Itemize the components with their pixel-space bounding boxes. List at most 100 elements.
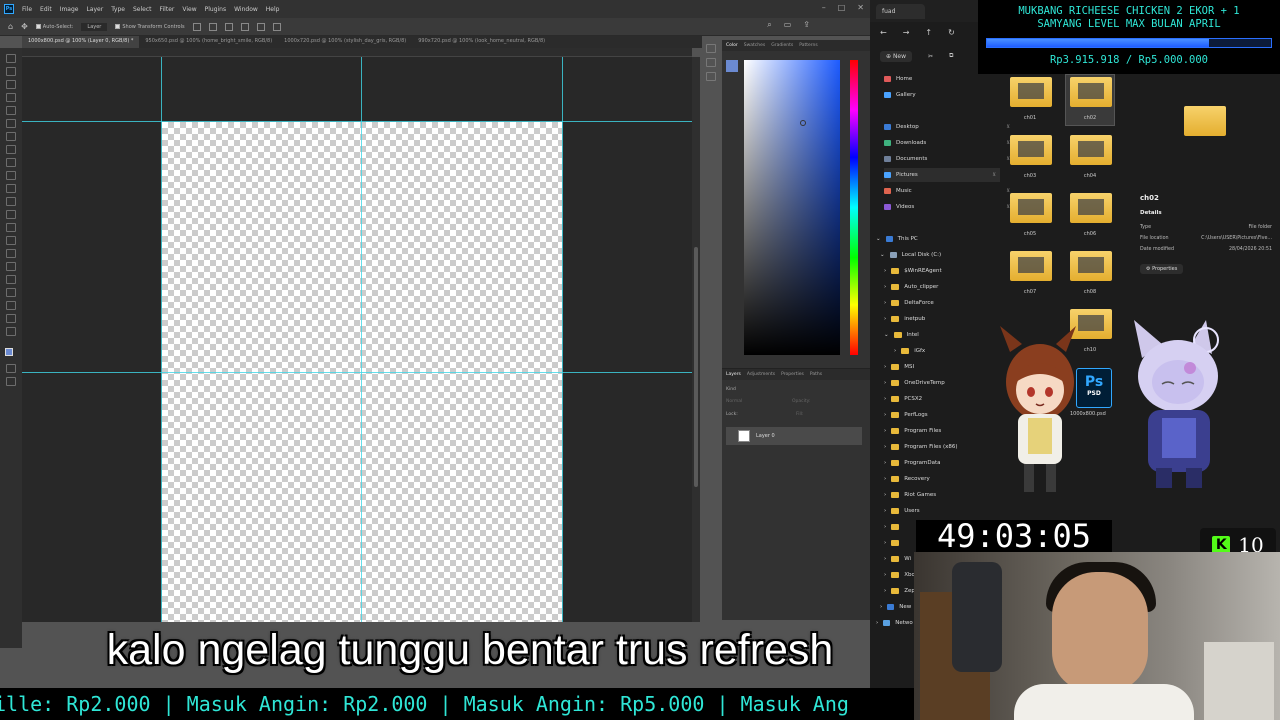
new-button[interactable]: ⊕ New <box>880 50 913 62</box>
brush-tool-icon[interactable] <box>6 158 16 167</box>
folder-item[interactable]: ch04 <box>1066 133 1114 183</box>
screen-mode-icon[interactable] <box>6 377 16 386</box>
chevron-right-icon[interactable]: › <box>894 348 896 354</box>
folder-item[interactable]: ch07 <box>1006 249 1054 299</box>
tab-color[interactable]: Color <box>726 43 738 48</box>
blur-tool-icon[interactable] <box>6 223 16 232</box>
home-icon[interactable]: ⌂ <box>8 22 13 31</box>
sidebar-item-pictures[interactable]: Pictures ⊻ <box>884 168 1000 182</box>
sidebar-folder-item[interactable]: › PerfLogs <box>884 408 1014 422</box>
doc-tab[interactable]: 990x720.psd @ 100% (look_home_neutral, R… <box>412 36 551 48</box>
move-tool-icon[interactable]: ✥ <box>21 22 28 31</box>
folder-item[interactable]: ch02 <box>1065 74 1115 126</box>
tab-gradients[interactable]: Gradients <box>771 43 793 48</box>
share-icon[interactable]: ⇪ <box>803 20 810 30</box>
menu-select[interactable]: Select <box>133 6 152 13</box>
menu-layer[interactable]: Layer <box>86 6 103 13</box>
sidebar-item-downloads[interactable]: Downloads ⊻ <box>884 136 1014 150</box>
up-icon[interactable]: ↑ <box>925 28 932 37</box>
folder-item[interactable]: ch03 <box>1006 133 1054 183</box>
tab-swatches[interactable]: Swatches <box>744 43 766 48</box>
lasso-tool-icon[interactable] <box>6 80 16 89</box>
chevron-right-icon[interactable]: › <box>884 508 886 514</box>
menu-help[interactable]: Help <box>266 6 280 13</box>
sidebar-folder-item[interactable]: › Auto_clipper <box>884 280 1014 294</box>
folder-item[interactable]: ch01 <box>1006 75 1054 125</box>
dodge-tool-icon[interactable] <box>6 236 16 245</box>
hand-tool-icon[interactable] <box>6 301 16 310</box>
hue-slider[interactable] <box>850 60 858 355</box>
doc-tab[interactable]: 1000x800.psd @ 100% (Layer 0, RGB/8) * <box>22 36 140 48</box>
eyedropper-tool-icon[interactable] <box>6 132 16 141</box>
sidebar-folder-item[interactable]: › Recovery <box>884 472 1014 486</box>
close-icon[interactable]: ✕ <box>857 3 864 12</box>
menu-filter[interactable]: Filter <box>160 6 175 13</box>
zoom-tool-icon[interactable] <box>6 314 16 323</box>
align-center-icon[interactable] <box>208 22 217 31</box>
layer-name[interactable]: Layer 0 <box>756 433 775 439</box>
color-picker-marker[interactable] <box>800 120 806 126</box>
chevron-down-icon[interactable]: ⌄ <box>884 332 889 338</box>
tab-properties[interactable]: Properties <box>781 372 804 377</box>
sidebar-folder-item[interactable]: › MSI <box>884 360 1014 374</box>
minimize-icon[interactable]: – <box>822 3 826 12</box>
gradient-tool-icon[interactable] <box>6 210 16 219</box>
sidebar-folder-item[interactable]: › Users <box>884 504 1014 518</box>
sidebar-folder-item[interactable]: › ProgramData <box>884 456 1014 470</box>
properties-panel-icon[interactable] <box>706 58 716 67</box>
chevron-down-icon[interactable]: ⌄ <box>876 236 881 242</box>
chevron-right-icon[interactable]: › <box>884 492 886 498</box>
back-icon[interactable]: ← <box>880 28 887 37</box>
chevron-right-icon[interactable]: › <box>884 316 886 322</box>
align-left-icon[interactable] <box>192 22 201 31</box>
sidebar-folder-item[interactable]: › OneDriveTemp <box>884 376 1014 390</box>
frame-tool-icon[interactable] <box>6 119 16 128</box>
folder-item[interactable]: ch08 <box>1066 249 1114 299</box>
path-select-tool-icon[interactable] <box>6 275 16 284</box>
sidebar-folder-item[interactable]: › Program Files (x86) <box>884 440 1014 454</box>
chevron-right-icon[interactable]: › <box>884 540 886 546</box>
tab-adjustments[interactable]: Adjustments <box>747 372 775 377</box>
move-tool-icon[interactable] <box>6 54 16 63</box>
doc-tab[interactable]: 950x650.psd @ 100% (home_bright_smile, R… <box>139 36 278 48</box>
menu-image[interactable]: Image <box>60 6 79 13</box>
sidebar-item-local-disk[interactable]: ⌄ Local Disk (C:) <box>880 248 1010 262</box>
menu-plugins[interactable]: Plugins <box>205 6 227 13</box>
folder-item[interactable]: ch05 <box>1006 191 1054 241</box>
sidebar-folder-item[interactable]: › $WinREAgent <box>884 264 1014 278</box>
chevron-right-icon[interactable]: › <box>884 300 886 306</box>
chevron-right-icon[interactable]: › <box>884 476 886 482</box>
sidebar-item-home[interactable]: Home <box>884 72 1014 86</box>
type-tool-icon[interactable] <box>6 262 16 271</box>
chevron-right-icon[interactable]: › <box>884 428 886 434</box>
tab-layers[interactable]: Layers <box>726 372 741 377</box>
properties-button[interactable]: ⚙ Properties <box>1140 264 1184 274</box>
auto-select-dropdown[interactable]: Layer <box>81 22 108 31</box>
canvas-area[interactable] <box>22 57 692 622</box>
menu-edit[interactable]: Edit <box>40 6 52 13</box>
chevron-right-icon[interactable]: › <box>884 396 886 402</box>
layer-filter-kind[interactable]: Kind <box>726 387 736 392</box>
psd-file-label[interactable]: 1000x800.psd <box>1070 411 1106 417</box>
more-tools-icon[interactable] <box>6 327 16 336</box>
stamp-tool-icon[interactable] <box>6 171 16 180</box>
chevron-right-icon[interactable]: › <box>884 460 886 466</box>
sidebar-item-music[interactable]: Music ⊻ <box>884 184 1014 198</box>
sidebar-folder-item[interactable]: › Riot Games <box>884 488 1014 502</box>
chevron-down-icon[interactable]: ⌄ <box>880 252 885 258</box>
eraser-tool-icon[interactable] <box>6 197 16 206</box>
sidebar-folder-item[interactable]: ⌄ Intel <box>884 328 1014 342</box>
workspace-icon[interactable]: ▭ <box>784 20 792 30</box>
menu-window[interactable]: Window <box>234 6 258 13</box>
chevron-right-icon[interactable]: › <box>884 556 886 562</box>
menu-view[interactable]: View <box>182 6 196 13</box>
blend-mode-select[interactable]: Normal <box>726 399 742 404</box>
layer-row[interactable]: Layer 0 <box>726 427 862 445</box>
color-panel-swatch[interactable] <box>726 60 738 72</box>
sidebar-item-desktop[interactable]: Desktop ⊻ <box>884 120 1014 134</box>
chevron-right-icon[interactable]: › <box>884 588 886 594</box>
sidebar-item-documents[interactable]: Documents ⊻ <box>884 152 1014 166</box>
sidebar-item-gallery[interactable]: Gallery <box>884 88 1014 102</box>
menu-file[interactable]: File <box>22 6 32 13</box>
color-swatches[interactable] <box>5 348 17 360</box>
